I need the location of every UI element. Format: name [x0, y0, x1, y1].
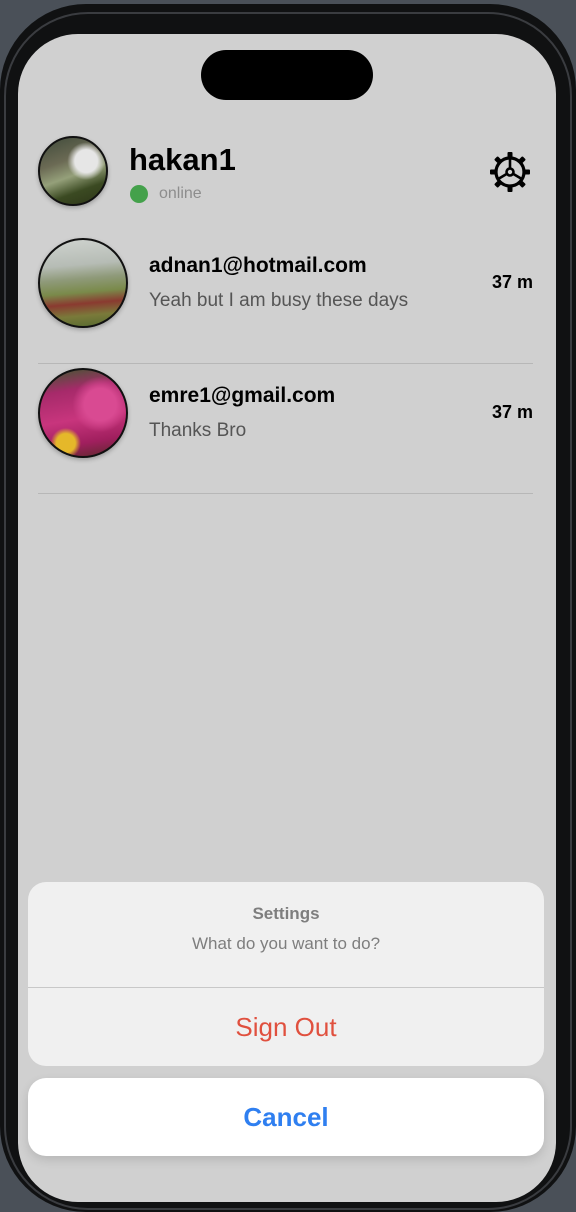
cancel-button[interactable]: Cancel [28, 1078, 544, 1156]
settings-button[interactable] [488, 150, 532, 194]
chat-avatar [38, 238, 128, 328]
chat-time: 37 m [491, 402, 533, 422]
chat-last-message: Yeah but I am busy these days [149, 290, 409, 311]
profile-header: hakan1 online [18, 134, 556, 214]
action-sheet-title: Settings [252, 904, 320, 923]
sign-out-button[interactable]: Sign Out [28, 988, 544, 1066]
status-text: online [159, 185, 202, 202]
phone-frame: hakan1 online adnan1@hotmail.com Yeah bu… [0, 4, 576, 1212]
row-divider [38, 493, 533, 494]
gear-icon [490, 152, 530, 192]
chat-name: adnan1@hotmail.com [149, 254, 367, 277]
chat-avatar [38, 368, 128, 458]
username: hakan1 [129, 142, 236, 177]
chat-last-message: Thanks Bro [149, 420, 247, 441]
action-sheet-message: What do you want to do? [191, 934, 381, 953]
online-status-dot [130, 185, 148, 203]
app-screen: hakan1 online adnan1@hotmail.com Yeah bu… [18, 34, 556, 1202]
chat-name: emre1@gmail.com [149, 384, 336, 407]
chat-row[interactable]: adnan1@hotmail.com Yeah but I am busy th… [38, 234, 533, 364]
profile-avatar[interactable] [38, 136, 108, 206]
settings-action-sheet: Settings What do you want to do? Sign Ou… [28, 882, 544, 1066]
chat-time: 37 m [491, 272, 533, 292]
chat-row[interactable]: emre1@gmail.com Thanks Bro 37 m [38, 364, 533, 494]
dynamic-island [201, 50, 373, 100]
